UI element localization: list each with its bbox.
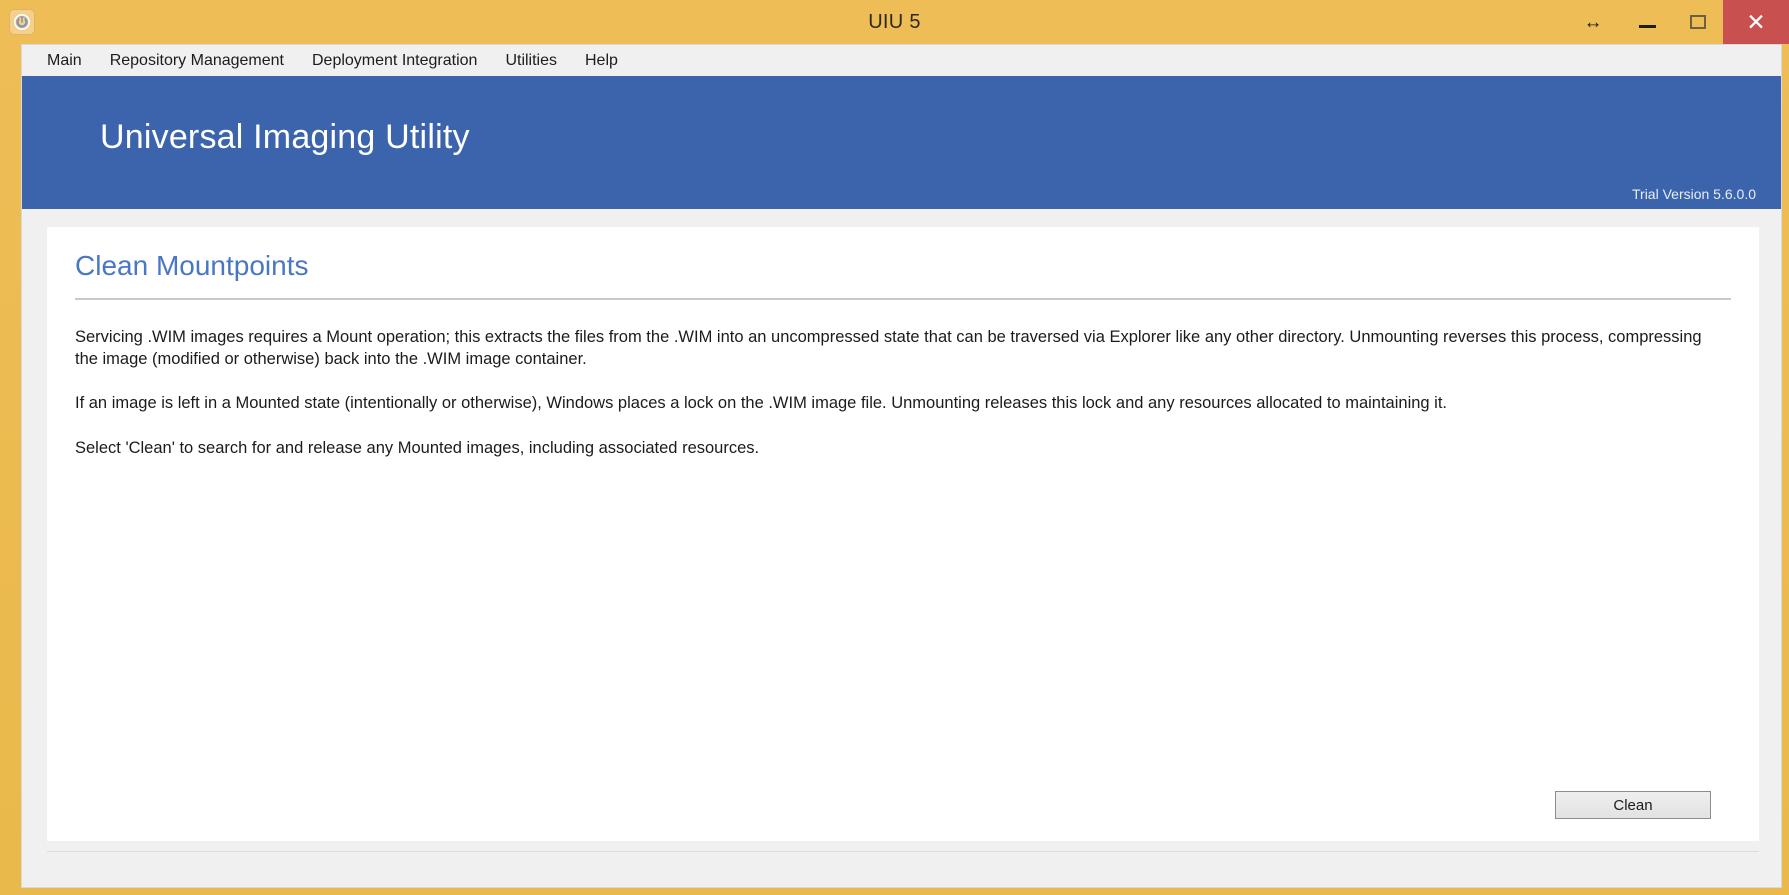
window-title: UIU 5 [868,10,921,33]
status-bar [47,851,1759,887]
menu-item-repository-management[interactable]: Repository Management [96,49,298,73]
menu-bar: Main Repository Management Deployment In… [22,45,1781,76]
close-button[interactable]: ✕ [1723,0,1789,44]
client-area: Main Repository Management Deployment In… [21,44,1782,888]
title-divider [75,297,1731,300]
minimize-icon [1638,25,1656,28]
menu-item-main[interactable]: Main [33,49,96,73]
app-title: Universal Imaging Utility [100,118,470,156]
content-card: Clean Mountpoints Servicing .WIM images … [47,227,1759,841]
close-icon: ✕ [1746,8,1766,35]
maximize-icon [1690,15,1706,29]
power-icon[interactable] [9,9,35,35]
description-paragraph-3: Select 'Clean' to search for and release… [75,438,760,457]
title-bar[interactable]: UIU 5 ↔ ✕ [0,0,1789,44]
menu-item-help[interactable]: Help [571,49,632,73]
menu-item-utilities[interactable]: Utilities [491,49,571,73]
page-title: Clean Mountpoints [75,250,309,281]
action-row: Clean [75,791,1731,821]
trial-version-label: Trial Version 5.6.0.0 [1632,186,1756,202]
page-body: Clean Mountpoints Servicing .WIM images … [22,209,1781,887]
resize-horizontal-icon[interactable]: ↔ [1565,0,1621,44]
menu-item-deployment-integration[interactable]: Deployment Integration [298,49,491,73]
minimize-button[interactable] [1621,0,1673,44]
maximize-button[interactable] [1673,0,1723,44]
description-paragraph-1: Servicing .WIM images requires a Mount o… [75,327,1702,369]
description-paragraph-2: If an image is left in a Mounted state (… [75,394,1448,413]
window-controls: ↔ ✕ [1565,0,1789,44]
clean-button[interactable]: Clean [1555,791,1711,819]
app-header-banner: Universal Imaging Utility Trial Version … [22,76,1781,209]
application-window: UIU 5 ↔ ✕ Main Repository Management Dep… [0,0,1789,895]
